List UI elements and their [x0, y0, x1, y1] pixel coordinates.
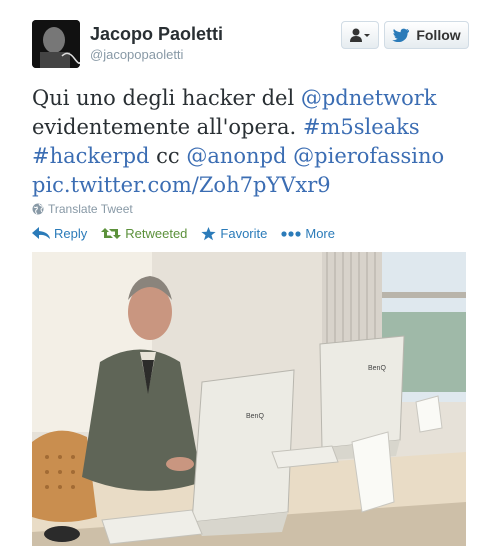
mention-link[interactable]: @pierofassino	[293, 144, 444, 168]
reply-button[interactable]: Reply	[32, 226, 87, 241]
translate-label: Translate Tweet	[48, 202, 133, 216]
user-fullname[interactable]: Jacopo Paoletti	[90, 24, 223, 45]
favorite-label: Favorite	[220, 226, 268, 241]
user-actions-button[interactable]	[341, 21, 379, 49]
follow-button[interactable]: Follow	[384, 21, 469, 49]
retweet-icon	[101, 228, 122, 239]
tweet-actions: Reply Retweeted Favorite More	[32, 226, 335, 241]
tweet-text-part: evidentemente all'opera.	[32, 115, 303, 139]
user-dropdown-icon	[350, 28, 370, 42]
avatar[interactable]	[32, 20, 80, 68]
more-dots-icon	[281, 230, 301, 237]
tweet-text-part: cc	[149, 144, 187, 168]
more-label: More	[305, 226, 335, 241]
svg-text:BenQ: BenQ	[246, 413, 264, 420]
retweeted-label: Retweeted	[125, 226, 188, 241]
favorite-button[interactable]: Favorite	[201, 226, 267, 241]
more-button[interactable]: More	[281, 226, 335, 241]
reply-icon	[32, 227, 50, 239]
user-handle[interactable]: @jacopopaoletti	[90, 47, 183, 62]
retweet-button[interactable]: Retweeted	[101, 226, 187, 241]
pic-link[interactable]: pic.twitter.com/Zoh7pYVxr9	[32, 173, 331, 197]
tweet-photo[interactable]: BenQ BenQ	[32, 252, 466, 546]
svg-text:BenQ: BenQ	[368, 365, 386, 372]
follow-label: Follow	[416, 27, 461, 43]
tweet-text: Qui uno degli hacker del @pdnetwork evid…	[32, 84, 472, 200]
tweet-text-part: Qui uno degli hacker del	[32, 86, 301, 110]
mention-link[interactable]: @pdnetwork	[301, 86, 437, 110]
star-icon	[201, 226, 217, 240]
twitter-bird-icon	[392, 28, 410, 42]
hashtag-link[interactable]: #hackerpd	[32, 144, 149, 168]
reply-label: Reply	[54, 226, 88, 241]
globe-icon	[32, 203, 44, 215]
hashtag-link[interactable]: #m5sleaks	[303, 115, 420, 139]
mention-link[interactable]: @anonpd	[186, 144, 286, 168]
translate-tweet[interactable]: Translate Tweet	[32, 202, 133, 216]
